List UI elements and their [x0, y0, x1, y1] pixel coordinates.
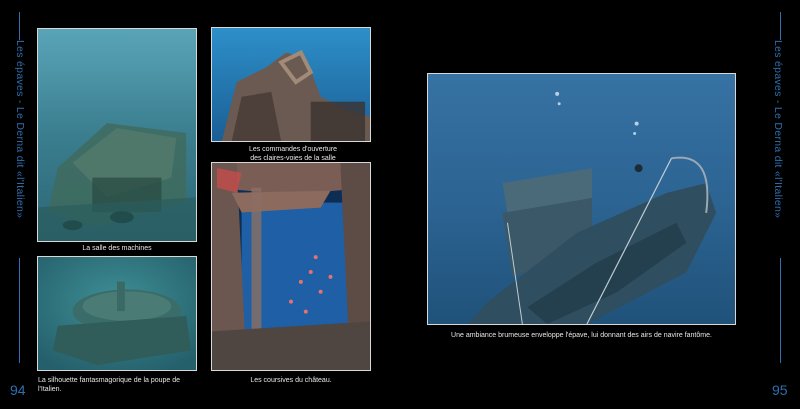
stern-photo — [37, 256, 197, 371]
left-running-head-rule-bottom — [19, 258, 20, 363]
wreck-ambiance-photo — [427, 73, 736, 325]
right-folio: 95 — [772, 382, 788, 398]
gangways-photo — [211, 162, 371, 371]
left-running-head-rule-top — [19, 12, 20, 40]
engine-room-caption: La salle des machines — [82, 245, 152, 252]
engine-room-photo — [37, 28, 197, 242]
wreck-ambiance-caption: Une ambiance brumeuse enveloppe l'épave,… — [451, 332, 712, 339]
stern-caption: La silhouette fantasmagorique de la poup… — [38, 377, 181, 393]
book-spread: Les épaves - Le Derna dit «l'Italien» 94… — [0, 0, 800, 409]
left-running-head-text: Les épaves - Le Derna dit «l'Italien» — [14, 40, 26, 219]
right-running-head-text: Les épaves - Le Derna dit «l'Italien» — [772, 40, 784, 219]
right-running-head-rule-bottom — [780, 258, 781, 363]
controls-photo — [211, 27, 371, 142]
left-folio: 94 — [10, 382, 26, 398]
left-running-head: Les épaves - Le Derna dit «l'Italien» — [14, 40, 28, 340]
right-running-head-rule-top — [780, 12, 781, 40]
right-running-head: Les épaves - Le Derna dit «l'Italien» — [772, 40, 786, 340]
gangways-caption: Les coursives du château. — [250, 377, 332, 384]
